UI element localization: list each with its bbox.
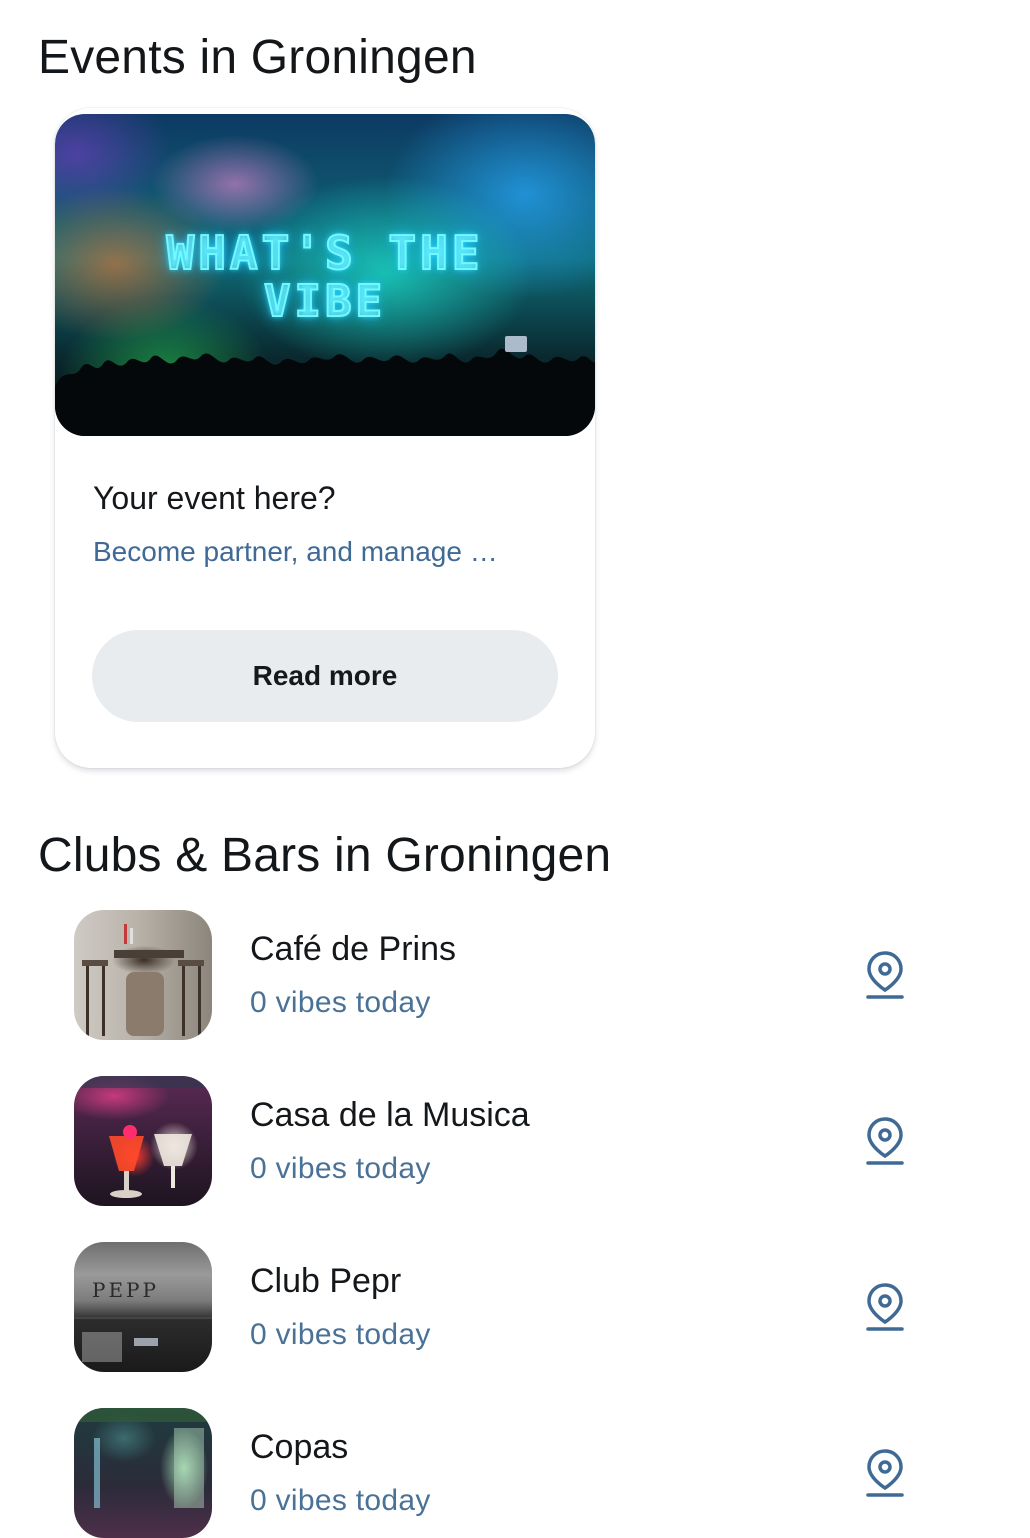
venue-thumbnail: [74, 1408, 212, 1538]
venue-list-item[interactable]: Copas 0 vibes today: [0, 1408, 1030, 1538]
location-pin-icon[interactable]: [864, 1282, 906, 1332]
venue-list-item[interactable]: Café de Prins 0 vibes today: [0, 910, 1030, 1040]
venue-vibes-count: 0 vibes today: [250, 1484, 431, 1517]
venue-name: Casa de la Musica: [250, 1096, 530, 1134]
event-card-subtitle: Become partner, and manage …: [93, 536, 498, 567]
venue-list-item[interactable]: PEPP Club Pepr 0 vibes today: [0, 1242, 1030, 1372]
venue-thumbnail: PEPP: [74, 1242, 212, 1372]
location-pin-icon[interactable]: [864, 1448, 906, 1498]
venue-list-item[interactable]: Casa de la Musica 0 vibes today: [0, 1076, 1030, 1206]
venue-thumbnail: [74, 1076, 212, 1206]
venue-name: Copas: [250, 1428, 349, 1466]
clubs-section-title: Clubs & Bars in Groningen: [38, 829, 612, 882]
venue-vibes-count: 0 vibes today: [250, 986, 431, 1019]
event-card[interactable]: WHAT'S THE VIBE Your event here? Become …: [55, 108, 595, 768]
event-image: WHAT'S THE VIBE: [55, 114, 595, 436]
read-more-button[interactable]: Read more: [92, 630, 558, 722]
crowd-silhouette: [55, 336, 595, 436]
location-pin-icon[interactable]: [864, 950, 906, 1000]
venue-name: Club Pepr: [250, 1262, 402, 1300]
venue-vibes-count: 0 vibes today: [250, 1152, 431, 1185]
venue-vibes-count: 0 vibes today: [250, 1318, 431, 1351]
venue-thumbnail-art: [74, 1076, 212, 1198]
venue-thumbnail-art: [74, 1317, 212, 1362]
event-image-neon-line1: WHAT'S THE: [166, 225, 484, 281]
location-pin-icon[interactable]: [864, 1116, 906, 1166]
venue-thumbnail: [74, 910, 212, 1040]
event-image-neon-line2: VIBE: [263, 275, 386, 328]
venue-name: Café de Prins: [250, 930, 456, 968]
venue-thumbnail-art: [74, 1408, 212, 1508]
events-section-title: Events in Groningen: [38, 31, 477, 84]
venue-thumbnail-art: [82, 924, 204, 1036]
event-card-title: Your event here?: [93, 480, 336, 516]
